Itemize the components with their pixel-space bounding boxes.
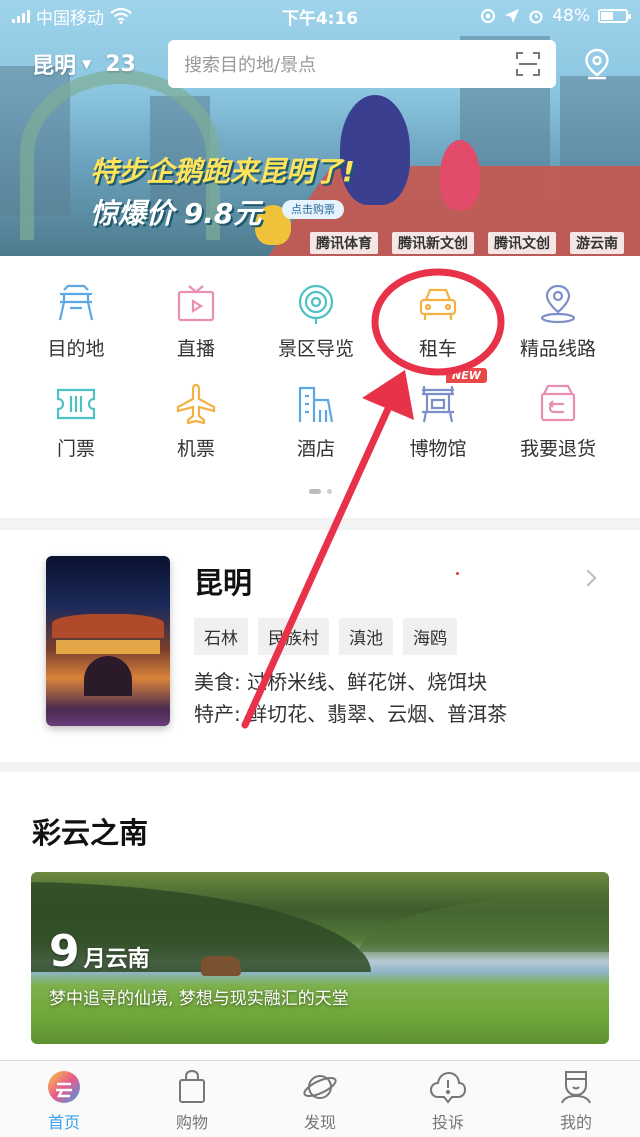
- tab-bar: 首页 购物 发现 投诉 我的: [0, 1060, 640, 1137]
- top-bar: 昆明 ▼ 23 搜索目的地/景点: [0, 38, 640, 90]
- search-input[interactable]: 搜索目的地/景点: [168, 40, 556, 88]
- shopping-bag-icon: [179, 1069, 205, 1103]
- tab-label: 购物: [175, 1113, 208, 1132]
- city-tag[interactable]: 石林: [194, 618, 248, 655]
- menu-item-label: 博物馆: [409, 438, 467, 460]
- location-arrow-icon: [505, 9, 520, 23]
- tab-shopping[interactable]: 购物: [128, 1061, 256, 1137]
- page-indicator: [0, 489, 640, 494]
- featured-section: 彩云之南 9 月云南 梦中追寻的仙境, 梦想与现实融汇的天堂: [0, 772, 640, 1062]
- feature-month-number: 9: [49, 926, 80, 977]
- city-photo: [46, 556, 170, 726]
- buy-ticket-button[interactable]: 点击购票: [282, 200, 344, 219]
- banner-sponsors: 腾讯体育 腾讯新文创 腾讯文创 游云南: [310, 232, 640, 254]
- feature-subtitle: 梦中追寻的仙境, 梦想与现实融汇的天堂: [49, 989, 349, 1009]
- city-tag[interactable]: 民族村: [258, 618, 329, 655]
- tab-label: 投诉: [431, 1113, 464, 1132]
- city-card-title: 昆明: [194, 566, 253, 600]
- feature-menu: 目的地 直播 景区导览 租车 精品线路 门票 机票 酒店 博物馆 我要退货: [0, 256, 640, 518]
- menu-item-label: 门票: [56, 438, 95, 460]
- complaint-cloud-icon: [429, 1071, 467, 1104]
- scenic-guide-icon: [298, 284, 334, 324]
- city-food-info: 美食: 过桥米线、鲜花饼、烧饵块: [194, 670, 488, 694]
- chevron-right-icon[interactable]: [579, 569, 597, 587]
- live-icon: [177, 285, 215, 322]
- alarm-icon: [529, 10, 543, 24]
- battery-percent: 48%: [552, 6, 590, 26]
- carrier-label: 中国移动: [36, 8, 104, 29]
- city-label: 昆明: [32, 54, 77, 79]
- museum-icon: [422, 386, 454, 423]
- weather-temperature[interactable]: 23: [105, 52, 136, 77]
- yak-illustration: [201, 956, 241, 976]
- signal-icon: [12, 9, 30, 23]
- sponsor-logo: 腾讯文创: [488, 232, 556, 254]
- tab-label: 我的: [559, 1113, 592, 1132]
- tab-complaint[interactable]: 投诉: [384, 1061, 512, 1137]
- feature-month-suffix: 月云南: [83, 947, 150, 972]
- map-pin-icon[interactable]: [584, 48, 610, 80]
- menu-item-live[interactable]: 直播: [132, 256, 260, 360]
- menu-item-label: 酒店: [296, 438, 335, 460]
- menu-item-flight[interactable]: 机票: [132, 356, 260, 460]
- tab-discover[interactable]: 发现: [256, 1061, 384, 1137]
- plane-icon: [176, 383, 216, 425]
- battery-icon: [598, 9, 631, 23]
- menu-item-car-rental[interactable]: 租车: [374, 256, 502, 360]
- menu-item-label: 机票: [176, 438, 215, 460]
- tab-label: 发现: [303, 1113, 336, 1132]
- sponsor-logo: 游云南: [570, 232, 624, 254]
- menu-item-hotel[interactable]: 酒店: [252, 356, 380, 460]
- user-profile-icon: [561, 1071, 591, 1104]
- wifi-icon: [110, 8, 132, 24]
- rotation-lock-icon: [481, 9, 496, 23]
- menu-item-scenic-guide[interactable]: 景区导览: [252, 256, 380, 360]
- city-card[interactable]: 昆明 石林 民族村 滇池 海鸥 美食: 过桥米线、鲜花饼、烧饵块 特产: 鲜切花…: [0, 530, 640, 762]
- destination-icon: [58, 284, 94, 321]
- route-icon: [540, 284, 576, 324]
- menu-item-route[interactable]: 精品线路: [494, 256, 622, 360]
- search-placeholder: 搜索目的地/景点: [184, 55, 317, 76]
- feature-month-title: 9 月云南: [49, 926, 150, 977]
- return-icon: [540, 384, 576, 422]
- section-title: 彩云之南: [32, 816, 149, 850]
- city-selector[interactable]: 昆明 ▼: [32, 48, 91, 80]
- red-dot-indicator: [456, 572, 459, 575]
- sponsor-logo: 腾讯体育: [310, 232, 378, 254]
- feature-card[interactable]: 9 月云南 梦中追寻的仙境, 梦想与现实融汇的天堂: [31, 872, 609, 1044]
- banner-price: 惊爆价 9.8元: [90, 197, 262, 230]
- planet-icon: [303, 1075, 337, 1099]
- banner-headline: 特步企鹅跑来昆明了!: [90, 155, 355, 188]
- city-tag[interactable]: 海鸥: [403, 618, 457, 655]
- caret-down-icon: ▼: [82, 57, 92, 71]
- tab-home[interactable]: 首页: [0, 1061, 128, 1137]
- new-badge: NEW: [446, 368, 487, 383]
- sponsor-logo: 腾讯新文创: [392, 232, 474, 254]
- city-tag[interactable]: 滇池: [339, 618, 393, 655]
- runner-illustration: [440, 140, 480, 210]
- tab-label: 首页: [47, 1113, 80, 1132]
- menu-item-ticket[interactable]: 门票: [12, 356, 140, 460]
- status-bar: 中国移动 下午4:16 48%: [0, 0, 640, 32]
- menu-item-label: 我要退货: [519, 438, 596, 460]
- tab-mine[interactable]: 我的: [512, 1061, 640, 1137]
- home-logo-icon: [48, 1071, 80, 1103]
- banner-promo-text: 特步企鹅跑来昆明了! 惊爆价 9.8元: [90, 150, 355, 232]
- ticket-icon: [56, 388, 96, 420]
- scan-icon[interactable]: [516, 52, 540, 76]
- car-rental-icon: [419, 288, 457, 320]
- menu-item-destination[interactable]: 目的地: [12, 256, 140, 360]
- hotel-icon: [298, 386, 334, 423]
- menu-item-return[interactable]: 我要退货: [494, 356, 622, 460]
- temperature-value: 23: [105, 51, 136, 77]
- city-tags: 石林 民族村 滇池 海鸥: [194, 618, 457, 655]
- city-specialty-info: 特产: 鲜切花、翡翠、云烟、普洱茶: [194, 702, 508, 726]
